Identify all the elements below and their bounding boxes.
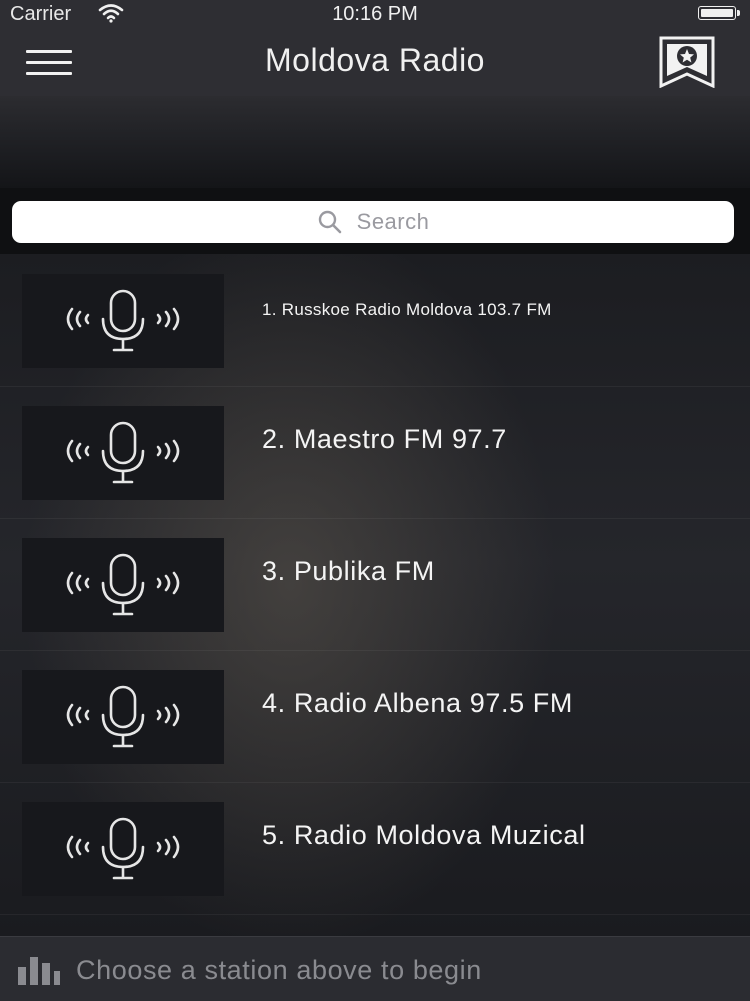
navigation-bar: Moldova Radio [0,30,750,96]
station-name: 2. Maestro FM 97.7 [262,424,507,454]
station-name: 3. Publika FM [262,556,435,586]
equalizer-bars-icon [18,957,60,985]
now-playing-bar[interactable]: Choose a station above to begin [0,936,750,1001]
battery-icon [698,6,742,22]
station-row[interactable]: 2. Maestro FM 97.7 [0,386,750,519]
header-banner [0,96,750,188]
station-thumbnail [22,538,224,632]
search-bar: Search [0,188,750,254]
microphone-broadcast-icon [66,685,180,748]
station-thumbnail [22,274,224,368]
station-thumbnail [22,802,224,896]
search-icon [318,210,341,234]
station-row[interactable]: 1. Russkoe Radio Moldova 103.7 FM [0,254,750,387]
station-list: 1. Russkoe Radio Moldova 103.7 FM 2. Mae… [0,254,750,936]
station-row[interactable]: 4. Radio Albena 97.5 FM [0,650,750,783]
page-title: Moldova Radio [265,42,485,78]
station-row[interactable]: 5. Radio Moldova Muzical [0,782,750,915]
microphone-broadcast-icon [66,421,180,484]
search-placeholder: Search [356,209,430,234]
station-name: 4. Radio Albena 97.5 FM [262,688,573,718]
favorites-button[interactable] [658,36,716,89]
status-time: 10:16 PM [332,3,418,25]
station-row[interactable]: 3. Publika FM [0,518,750,651]
search-input[interactable]: Search [12,201,734,243]
microphone-broadcast-icon [66,817,180,880]
microphone-broadcast-icon [66,289,180,352]
station-thumbnail [22,670,224,764]
star-badge-icon [659,36,715,89]
microphone-broadcast-icon [66,553,180,616]
station-thumbnail [22,406,224,500]
station-name: 5. Radio Moldova Muzical [262,820,586,850]
status-bar: Carrier 10:16 PM [0,0,750,30]
station-name: 1. Russkoe Radio Moldova 103.7 FM [262,300,552,319]
now-playing-text: Choose a station above to begin [76,955,482,985]
